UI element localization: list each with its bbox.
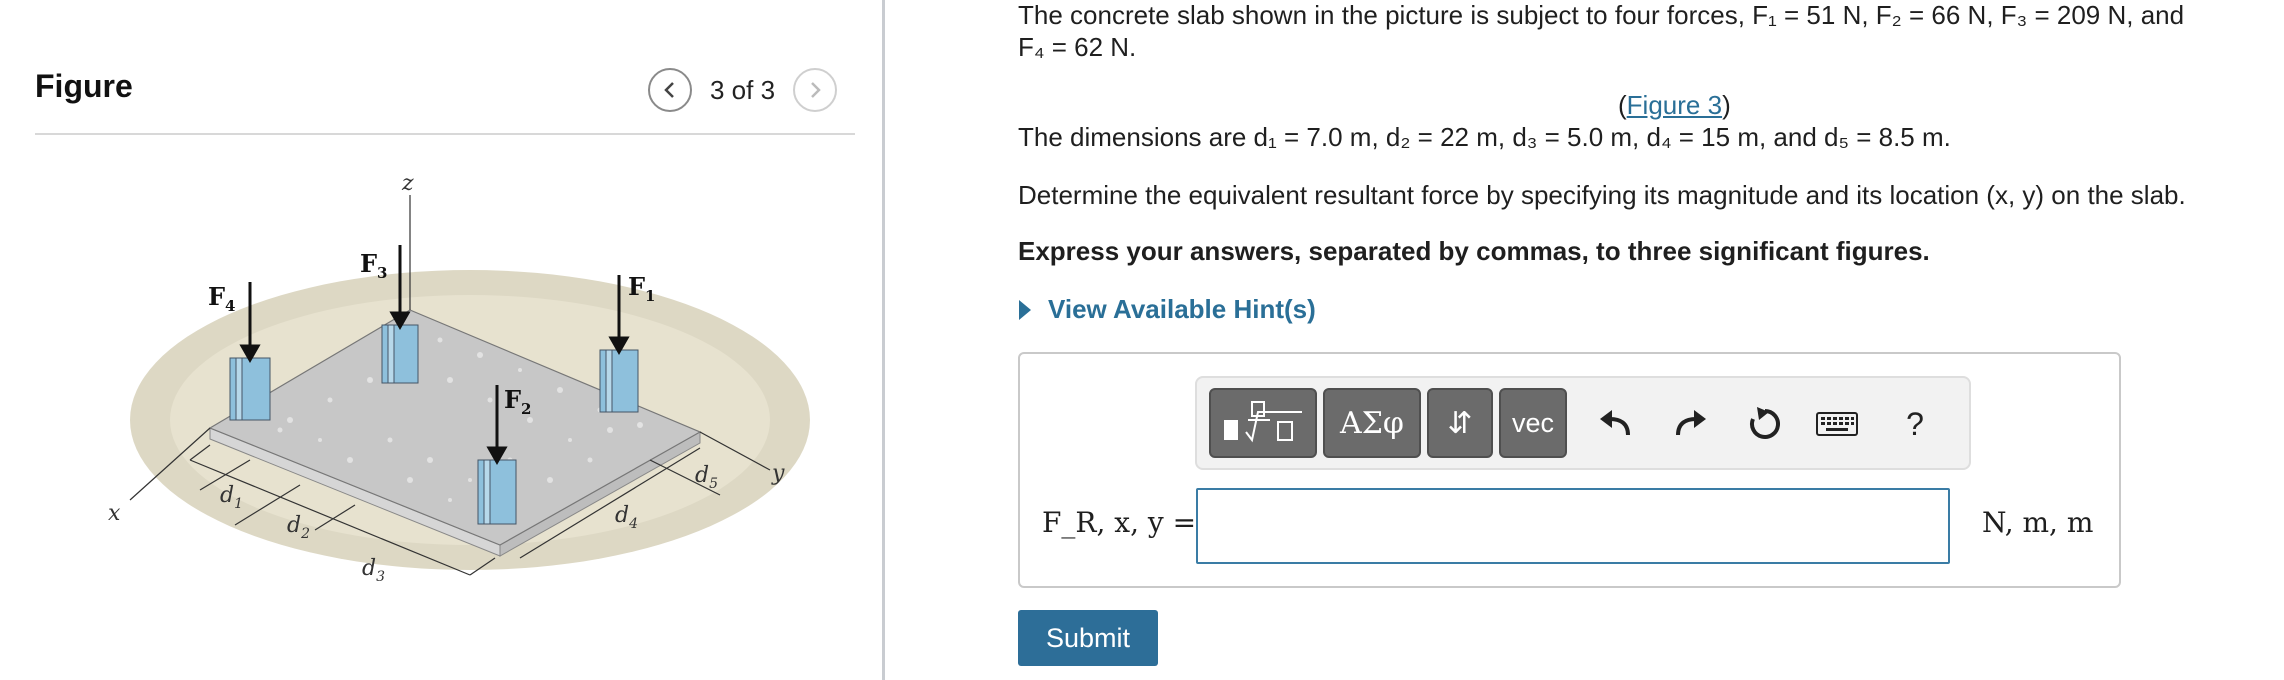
submit-button[interactable]: Submit: [1018, 610, 1158, 666]
figure-counter: 3 of 3: [710, 74, 776, 105]
column-f1: [599, 349, 639, 413]
question-text: Determine the equivalent resultant force…: [1018, 180, 2186, 210]
x-axis-label: x: [108, 501, 121, 526]
hints-label: View Available Hint(s): [1048, 294, 1316, 324]
answer-box: ΑΣφ ⇵ vec ? F_R, x, y = N, m, m: [1018, 352, 2121, 588]
figure-link-wrapper: (Figure 3): [1618, 90, 1731, 121]
figure-heading: Figure: [35, 68, 133, 104]
arrows-button[interactable]: ⇵: [1427, 388, 1493, 458]
problem-intro-line-1: The concrete slab shown in the picture i…: [1018, 0, 2185, 30]
caret-right-icon: [1019, 299, 1031, 320]
column-f4: [229, 357, 271, 421]
keyboard-button[interactable]: [1809, 396, 1865, 452]
figure-link-open-paren: (: [1618, 90, 1627, 120]
undo-button[interactable]: [1587, 396, 1643, 452]
column-f3: [381, 324, 419, 384]
dimensions-text: The dimensions are d₁ = 7.0 m, d₂ = 22 m…: [1018, 122, 1951, 152]
chevron-right-icon: [811, 82, 821, 98]
figure-divider: [35, 133, 855, 135]
panel-divider: [882, 0, 885, 680]
reset-button[interactable]: [1737, 396, 1793, 452]
figure-link[interactable]: Figure 3: [1627, 90, 1722, 120]
help-button[interactable]: ?: [1887, 396, 1943, 452]
math-toolbar: ΑΣφ ⇵ vec ?: [1195, 376, 1971, 470]
y-axis-label: y: [771, 461, 785, 486]
next-figure-button[interactable]: [793, 68, 838, 112]
f4-label: F4: [208, 282, 235, 315]
problem-panel: The concrete slab shown in the picture i…: [1018, 0, 2284, 680]
templates-button[interactable]: [1209, 388, 1317, 458]
problem-intro-line-2: F₄ = 62 N.: [1018, 32, 1137, 62]
figure-panel: Figure 3 of 3 z x y d1 d2 d3 d4 d5 F4 F3…: [0, 0, 880, 680]
f3-label: F3: [360, 249, 387, 282]
fraction-sqrt-icon: [1224, 401, 1302, 443]
figure-navigation: 3 of 3: [648, 68, 838, 112]
column-f2: [477, 459, 517, 525]
greek-symbols-button[interactable]: ΑΣφ: [1323, 388, 1421, 458]
instruction-text: Express your answers, separated by comma…: [1018, 236, 1930, 266]
z-axis-label: z: [401, 171, 414, 196]
answer-label: F_R, x, y =: [1042, 506, 1197, 539]
previous-figure-button[interactable]: [648, 68, 692, 112]
slab-diagram: z x y d1 d2 d3 d4 d5 F4 F3 F1 F2: [108, 171, 810, 585]
figure-link-close-paren: ): [1722, 90, 1731, 120]
undo-icon: [1600, 410, 1630, 436]
redo-icon: [1676, 410, 1706, 436]
reset-icon: [1750, 407, 1780, 439]
answer-units: N, m, m: [1982, 506, 2094, 539]
view-hints-toggle[interactable]: View Available Hint(s): [1018, 294, 1316, 325]
vector-button[interactable]: vec: [1499, 388, 1567, 458]
redo-button[interactable]: [1663, 396, 1719, 452]
f1-label: F1: [628, 272, 655, 305]
answer-input[interactable]: [1196, 488, 1950, 564]
chevron-left-icon: [664, 82, 674, 98]
keyboard-icon: [1816, 412, 1858, 436]
